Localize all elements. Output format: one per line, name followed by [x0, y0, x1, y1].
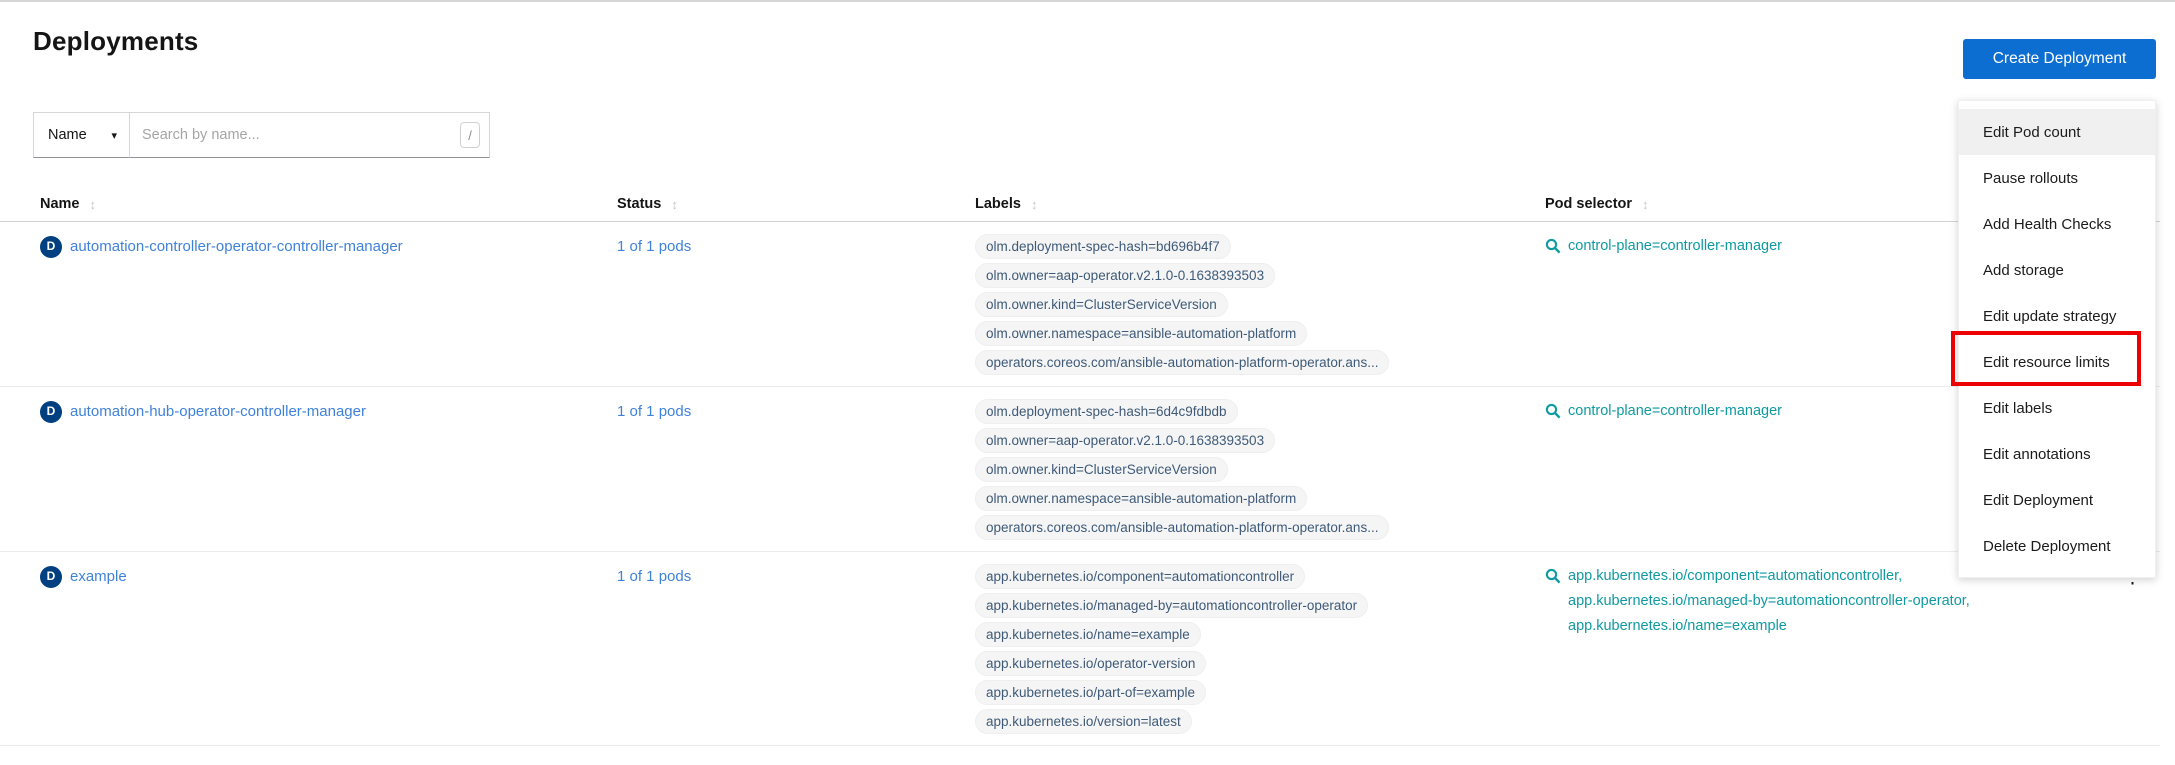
status-cell: 1 of 1 pods: [617, 234, 975, 259]
sort-icon[interactable]: ↕: [1642, 197, 1649, 212]
label-pill[interactable]: app.kubernetes.io/part-of=example: [975, 680, 1206, 705]
label-pill[interactable]: olm.owner.kind=ClusterServiceVersion: [975, 292, 1228, 317]
label-pill[interactable]: olm.owner.namespace=ansible-automation-p…: [975, 486, 1307, 511]
pod-selector-link[interactable]: control-plane=controller-manager: [1568, 234, 1782, 259]
top-divider: [0, 0, 2175, 2]
pods-status-link[interactable]: 1 of 1 pods: [617, 238, 691, 255]
menu-item-edit-update-strategy[interactable]: Edit update strategy: [1959, 293, 2155, 339]
actions-dropdown-menu: Edit Pod count Pause rollouts Add Health…: [1958, 100, 2156, 578]
pod-selector-link[interactable]: control-plane=controller-manager: [1568, 399, 1782, 424]
label-pill[interactable]: app.kubernetes.io/name=example: [975, 622, 1201, 647]
label-pill[interactable]: olm.deployment-spec-hash=6d4c9fdbdb: [975, 399, 1238, 424]
search-input[interactable]: [130, 112, 490, 158]
filter-type-dropdown[interactable]: Name ▾: [33, 112, 130, 158]
search-icon: [1545, 403, 1561, 419]
deployment-kind-badge: D: [40, 401, 62, 423]
menu-item-edit-deployment[interactable]: Edit Deployment: [1959, 477, 2155, 523]
label-pill[interactable]: operators.coreos.com/ansible-automation-…: [975, 350, 1389, 375]
keyboard-shortcut-hint: /: [460, 122, 480, 148]
label-pill[interactable]: olm.owner.namespace=ansible-automation-p…: [975, 321, 1307, 346]
name-cell: D automation-controller-operator-control…: [40, 234, 617, 259]
search-wrap: /: [130, 112, 490, 158]
create-deployment-button[interactable]: Create Deployment: [1963, 39, 2156, 79]
search-icon: [1545, 238, 1561, 254]
label-pill[interactable]: app.kubernetes.io/component=automationco…: [975, 564, 1305, 589]
menu-item-add-storage[interactable]: Add storage: [1959, 247, 2155, 293]
label-pill[interactable]: app.kubernetes.io/operator-version: [975, 651, 1206, 676]
deployments-table: Name ↕ Status ↕ Labels ↕ Pod selector ↕ …: [0, 190, 2160, 746]
search-icon: [1545, 568, 1561, 584]
filter-type-label: Name: [48, 127, 87, 143]
table-row: D example 1 of 1 pods app.kubernetes.io/…: [0, 552, 2160, 746]
label-pill[interactable]: app.kubernetes.io/version=latest: [975, 709, 1192, 734]
menu-item-delete-deployment[interactable]: Delete Deployment: [1959, 523, 2155, 569]
status-cell: 1 of 1 pods: [617, 564, 975, 589]
labels-cell: olm.deployment-spec-hash=6d4c9fdbdb olm.…: [975, 399, 1545, 540]
sort-icon[interactable]: ↕: [671, 197, 678, 212]
status-cell: 1 of 1 pods: [617, 399, 975, 424]
label-pill[interactable]: operators.coreos.com/ansible-automation-…: [975, 515, 1389, 540]
label-pill[interactable]: olm.owner.kind=ClusterServiceVersion: [975, 457, 1228, 482]
pods-status-link[interactable]: 1 of 1 pods: [617, 568, 691, 585]
deployment-name-link[interactable]: automation-controller-operator-controlle…: [70, 234, 403, 259]
table-row: D automation-controller-operator-control…: [0, 222, 2160, 387]
pod-selector-link[interactable]: app.kubernetes.io/component=automationco…: [1568, 564, 1970, 639]
deployments-page: Deployments Create Deployment Name ▾ / N…: [0, 0, 2175, 765]
deployment-kind-badge: D: [40, 236, 62, 258]
label-pill[interactable]: olm.owner=aap-operator.v2.1.0-0.16383935…: [975, 263, 1275, 288]
menu-item-edit-annotations[interactable]: Edit annotations: [1959, 431, 2155, 477]
label-pill[interactable]: olm.deployment-spec-hash=bd696b4f7: [975, 234, 1231, 259]
filter-toolbar: Name ▾ /: [33, 112, 490, 158]
menu-item-edit-pod-count[interactable]: Edit Pod count: [1959, 109, 2155, 155]
page-title: Deployments: [33, 26, 198, 57]
sort-icon[interactable]: ↕: [90, 197, 97, 212]
deployment-kind-badge: D: [40, 566, 62, 588]
menu-item-edit-labels[interactable]: Edit labels: [1959, 385, 2155, 431]
labels-cell: app.kubernetes.io/component=automationco…: [975, 564, 1545, 734]
chevron-down-icon: ▾: [111, 129, 117, 142]
name-cell: D example: [40, 564, 617, 589]
label-pill[interactable]: app.kubernetes.io/managed-by=automationc…: [975, 593, 1368, 618]
table-row: D automation-hub-operator-controller-man…: [0, 387, 2160, 552]
column-header-name[interactable]: Name ↕: [40, 196, 617, 212]
menu-item-pause-rollouts[interactable]: Pause rollouts: [1959, 155, 2155, 201]
name-cell: D automation-hub-operator-controller-man…: [40, 399, 617, 424]
deployment-name-link[interactable]: automation-hub-operator-controller-manag…: [70, 399, 366, 424]
menu-item-add-health-checks[interactable]: Add Health Checks: [1959, 201, 2155, 247]
labels-cell: olm.deployment-spec-hash=bd696b4f7 olm.o…: [975, 234, 1545, 375]
table-header-row: Name ↕ Status ↕ Labels ↕ Pod selector ↕: [0, 190, 2160, 222]
label-pill[interactable]: olm.owner=aap-operator.v2.1.0-0.16383935…: [975, 428, 1275, 453]
column-header-status[interactable]: Status ↕: [617, 196, 975, 212]
pods-status-link[interactable]: 1 of 1 pods: [617, 403, 691, 420]
deployment-name-link[interactable]: example: [70, 564, 127, 589]
column-header-labels[interactable]: Labels ↕: [975, 196, 1545, 212]
menu-item-edit-resource-limits[interactable]: Edit resource limits: [1959, 339, 2155, 385]
sort-icon[interactable]: ↕: [1031, 197, 1038, 212]
